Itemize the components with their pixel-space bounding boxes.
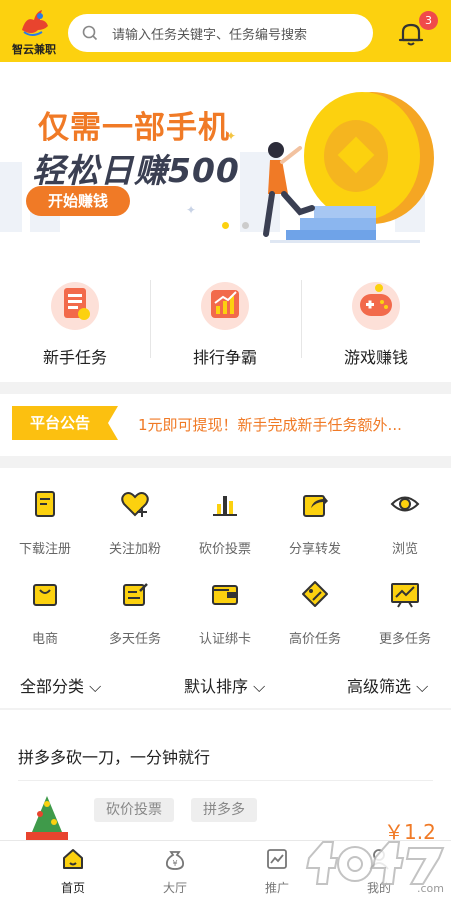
category-bargain-vote[interactable]: 砍价投票 [180,468,270,557]
category-label: 多天任务 [108,632,161,647]
carousel-dot-active[interactable] [222,222,229,229]
category-browse[interactable]: 浏览 [360,468,450,557]
category-label: 更多任务 [378,632,431,647]
top-header: 智云兼职 请输入任务关键字、任务编号搜索 3 [0,0,451,62]
tab-label: 大厅 [162,881,187,895]
high-price-icon [302,581,328,607]
notification-badge: 3 [419,11,438,30]
carousel-dot[interactable] [242,222,249,229]
newbie-task-icon [51,282,99,330]
quick-entry-label: 游戏赚钱 [343,348,408,367]
svg-text:¥: ¥ [172,859,177,868]
category-ecommerce[interactable]: 电商 [0,558,90,647]
download-register-icon [35,491,55,517]
share-icon [303,495,328,517]
category-label: 浏览 [391,542,418,557]
search-placeholder: 请输入任务关键字、任务编号搜索 [112,27,308,43]
promo-banner[interactable]: ✦ ✦ ✦ 仅需一部手机 轻松日赚500 开始赚钱 [0,62,451,254]
task-tag: 拼多多 [191,798,257,822]
chevron-down-icon: ⌵ [248,677,266,696]
category-follow[interactable]: 关注加粉 [90,468,180,557]
category-multi-day[interactable]: 多天任务 [90,558,180,647]
category-download-register[interactable]: 下载注册 [0,468,90,557]
notice-tag: 平台公告 [29,414,90,432]
category-label: 认证绑卡 [198,632,251,647]
category-share[interactable]: 分享转发 [270,468,360,557]
quick-entry-section: 新手任务 排行争霸 游戏赚钱 [0,254,451,382]
category-label: 砍价投票 [198,542,251,557]
banner-headline-1: 仅需一部手机 [38,110,230,146]
category-label: 高价任务 [288,632,341,647]
tab-home[interactable]: 首页 [38,841,108,900]
category-label: 电商 [31,632,58,647]
task-thumbnail[interactable] [16,792,78,840]
follow-icon [121,492,149,517]
bind-card-icon [212,585,238,605]
banner-headline-2: 轻松日赚500 [32,151,240,190]
promote-icon [267,849,287,869]
logo-rabbit-icon [22,10,48,36]
chevron-down-icon: ⌵ [84,677,102,696]
search-input[interactable]: 请输入任务关键字、任务编号搜索 [68,14,373,52]
category-bind-card[interactable]: 认证绑卡 [180,558,270,647]
category-high-price[interactable]: 高价任务 [270,558,360,647]
logo-text: 智云兼职 [12,43,56,56]
browse-icon [390,496,420,512]
filter-sort-label: 默认排序 [184,677,249,696]
category-label: 关注加粉 [108,542,161,557]
quick-entry-newbie[interactable]: 新手任务 [0,254,150,382]
platform-notice[interactable]: 平台公告 1元即可提现！新手完成新手任务额外... [0,394,451,456]
svg-text:.com: .com [417,882,444,895]
task-title[interactable]: 拼多多砍一刀，一分钟就行 [18,744,210,768]
bargain-vote-icon [213,496,237,516]
quick-entry-label: 新手任务 [42,348,107,367]
quick-entry-game[interactable]: 游戏赚钱 [301,254,451,382]
quick-entry-label: 排行争霸 [192,348,257,367]
ecommerce-icon [33,584,57,606]
tab-hall[interactable]: ¥ 大厅 [140,841,210,900]
more-tasks-icon [391,583,419,608]
notice-text[interactable]: 1元即可提现！新手完成新手任务额外... [138,414,438,435]
site-watermark: .com [305,841,445,895]
search-icon [82,25,98,41]
filter-advanced-label: 高级筛选 [347,677,412,696]
task-category-grid: 下载注册 关注加粉 砍价投票 分享转发 浏览 电商 多天任务 认证绑卡 高价任务… [0,468,451,708]
multi-day-icon [123,583,148,606]
start-earning-button[interactable]: 开始赚钱 [26,186,130,216]
home-icon [63,849,83,869]
filter-sort-dropdown[interactable]: 默认排序 ⌵ [184,673,265,697]
hall-icon: ¥ [165,851,185,870]
tab-label: 首页 [60,881,85,895]
category-label: 下载注册 [18,542,71,557]
game-icon [352,282,400,330]
tab-label: 推广 [264,881,289,895]
category-label: 分享转发 [288,542,341,557]
quick-entry-ranking[interactable]: 排行争霸 [150,254,300,382]
task-tag: 砍价投票 [94,798,174,822]
svg-text:✦: ✦ [186,203,196,217]
tab-promote[interactable]: 推广 [242,841,312,900]
chevron-down-icon: ⌵ [411,677,429,696]
ranking-icon [201,282,249,330]
filter-category-label: 全部分类 [20,677,85,696]
task-list: 拼多多砍一刀，一分钟就行 砍价投票 拼多多 ￥1.2 [0,710,451,844]
app-logo[interactable]: 智云兼职 [8,8,60,58]
divider [18,780,433,781]
filter-advanced-dropdown[interactable]: 高级筛选 ⌵ [347,673,428,697]
category-more-tasks[interactable]: 更多任务 [360,558,450,647]
filter-category-dropdown[interactable]: 全部分类 ⌵ [20,673,101,697]
